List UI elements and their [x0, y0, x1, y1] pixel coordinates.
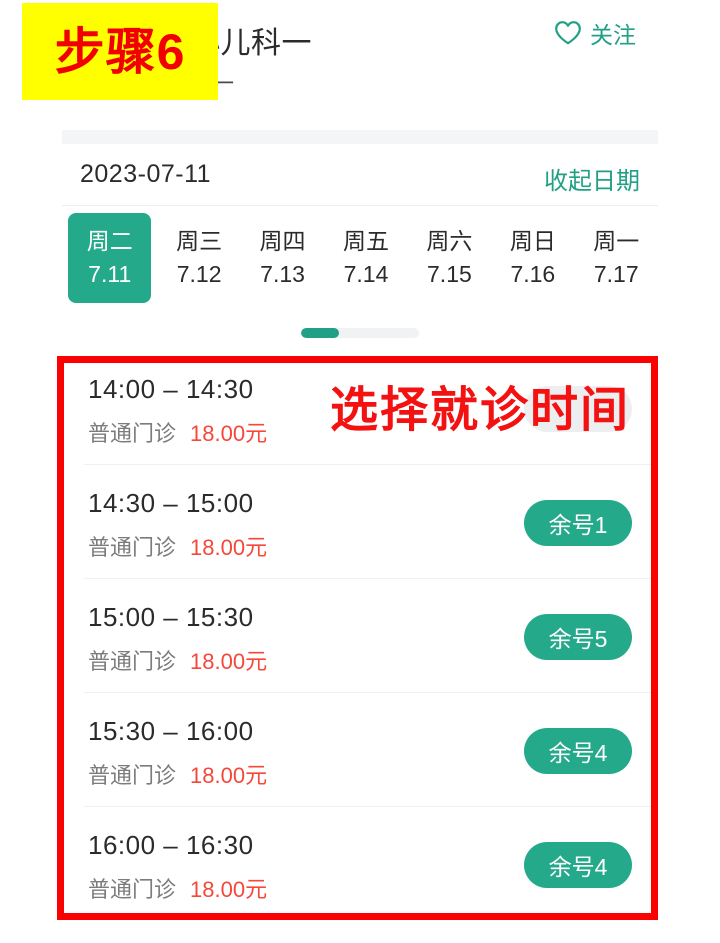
remaining-slots-badge[interactable]: 余号1: [524, 500, 632, 546]
day-tab-weekday: 周日: [509, 228, 556, 254]
week-scroll-indicator[interactable]: [301, 328, 419, 338]
time-slot-row[interactable]: 15:30 – 16:00 普通门诊 18.00元 余号4: [62, 692, 658, 806]
remaining-slots-badge[interactable]: 余号5: [524, 614, 632, 660]
time-slot-range: 14:00 – 14:30: [88, 374, 254, 404]
time-slot-row[interactable]: 14:30 – 15:00 普通门诊 18.00元 余号1: [62, 464, 658, 578]
day-tabs: 周二 7.11 周三 7.12 周四 7.13 周五 7.14 周六 7.15 周日 7.16 周一 7.…: [62, 213, 658, 303]
day-tab-weekday: 周六: [426, 228, 473, 254]
day-tab[interactable]: 周四 7.13: [241, 213, 324, 303]
date-bar: 2023-07-11 收起日期: [62, 144, 658, 206]
remaining-slots-badge[interactable]: 余号4: [524, 842, 632, 888]
time-slot-clinic-type: 普通门诊: [88, 421, 177, 446]
day-tab[interactable]: 周日 7.16: [491, 213, 574, 303]
day-tab[interactable]: 周三 7.12: [157, 213, 240, 303]
time-slot-meta: 普通门诊 18.00元: [88, 758, 267, 790]
collapse-dates-link[interactable]: 收起日期: [544, 161, 640, 196]
follow-button[interactable]: 关注: [554, 16, 636, 50]
time-slot-clinic-type: 普通门诊: [88, 877, 177, 902]
section-divider: [62, 130, 658, 144]
time-slot-price: 18.00元: [190, 421, 268, 446]
remaining-slots-badge[interactable]: 余号4: [524, 728, 632, 774]
time-slot-range: 15:00 – 15:30: [88, 602, 254, 632]
time-slot-range: 14:30 – 15:00: [88, 488, 254, 518]
time-slot-price: 18.00元: [190, 535, 268, 560]
day-tab-weekday: 周一: [593, 228, 640, 254]
day-tab-date: 7.13: [260, 261, 305, 287]
day-tab[interactable]: 周一 7.17: [575, 213, 658, 303]
day-tab-weekday: 周三: [176, 228, 223, 254]
day-tab-weekday: 周二: [86, 228, 133, 254]
time-slot-clinic-type: 普通门诊: [88, 763, 177, 788]
step-annotation-highlight: 步骤6: [22, 3, 218, 100]
day-tab-date: 7.15: [427, 261, 472, 287]
day-tab-weekday: 周五: [342, 228, 389, 254]
time-slot-meta: 普通门诊 18.00元: [88, 872, 267, 904]
day-tab[interactable]: 周五 7.14: [324, 213, 407, 303]
time-slot-clinic-type: 普通门诊: [88, 535, 177, 560]
heart-outline-icon: [554, 20, 582, 46]
day-tab[interactable]: 周六 7.15: [408, 213, 491, 303]
time-slot-row[interactable]: 15:00 – 15:30 普通门诊 18.00元 余号5: [62, 578, 658, 692]
week-strip: 周二 7.11 周三 7.12 周四 7.13 周五 7.14 周六 7.15 周日 7.16 周一 7.…: [62, 207, 658, 347]
day-tab-weekday: 周四: [259, 228, 306, 254]
scroll-thumb[interactable]: [301, 328, 339, 338]
time-slot-price: 18.00元: [190, 649, 268, 674]
time-slot-range: 16:00 – 16:30: [88, 830, 254, 860]
time-slot-price: 18.00元: [190, 763, 268, 788]
time-slot-price: 18.00元: [190, 877, 268, 902]
time-slot-range: 15:30 – 16:00: [88, 716, 254, 746]
instruction-annotation-label: 选择就诊时间: [330, 384, 631, 437]
time-slot-meta: 普通门诊 18.00元: [88, 644, 267, 676]
day-tab-date: 7.17: [593, 261, 639, 287]
step-annotation-label: 步骤6: [54, 23, 186, 80]
time-slot-meta: 普通门诊 18.00元: [88, 416, 267, 448]
time-slot-clinic-type: 普通门诊: [88, 649, 177, 674]
follow-label: 关注: [590, 22, 636, 48]
day-tab-date: 7.14: [343, 261, 389, 287]
day-tab-date: 7.16: [510, 261, 556, 287]
time-slot-meta: 普通门诊 18.00元: [88, 530, 267, 562]
time-slot-row[interactable]: 16:00 – 16:30 普通门诊 18.00元 余号4: [62, 806, 658, 920]
day-tab-date: 7.12: [176, 261, 222, 287]
selected-date-label: 2023-07-11: [80, 160, 212, 188]
day-tab-date: 7.11: [88, 261, 132, 287]
appointment-booking-screen: 小儿科一 科一 关注 2023-07-11 收起日期 周二7.11周三7.12周…: [0, 0, 720, 943]
day-tab[interactable]: 周二 7.11: [68, 213, 152, 303]
